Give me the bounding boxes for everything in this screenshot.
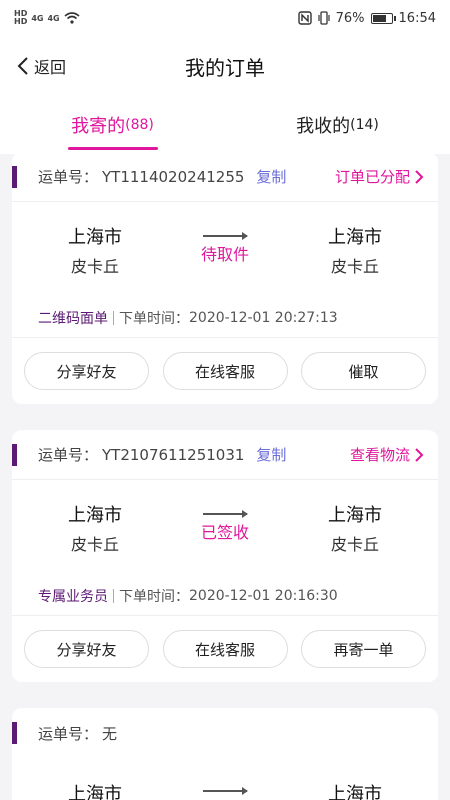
clock: 16:54: [398, 10, 436, 26]
nav-bar: 返回 我的订单: [0, 36, 450, 96]
copy-button[interactable]: 复制: [256, 444, 286, 465]
order-marker: [12, 166, 17, 188]
sender: 上海市: [40, 780, 150, 800]
customer-service-button[interactable]: 在线客服: [162, 630, 288, 668]
receiver: 上海市 皮卡丘: [300, 223, 410, 277]
waybill-number: YT1114020241255: [102, 167, 245, 186]
delivery-state: 已签收: [200, 523, 249, 542]
order-time-label: 下单时间：: [119, 588, 189, 605]
order-header: 运单号： 无: [12, 708, 438, 758]
receiver-city: 上海市: [328, 227, 382, 248]
battery-fill: [372, 14, 386, 22]
arrow-right-icon: [203, 232, 248, 240]
urge-pickup-button[interactable]: 催取: [301, 352, 426, 390]
waybill-number: 无: [102, 724, 118, 743]
waybill-label: 运单号：: [38, 446, 99, 464]
order-status-link[interactable]: 查看物流: [350, 444, 424, 465]
hd-badge: HD: [14, 17, 28, 26]
status-bar: HD HD 4G 4G 76% 16:54: [0, 0, 450, 36]
order-header: 运单号： YT2107611251031 复制 查看物流: [12, 430, 438, 480]
status-right: 76% 16:54: [297, 10, 436, 26]
share-button[interactable]: 分享好友: [24, 352, 149, 390]
order-meta: 二维码面单 下单时间： 2020-12-01 20:27:13: [12, 298, 438, 338]
battery-icon: [370, 12, 396, 24]
tab-label: 我收的: [296, 116, 351, 137]
sender-city: 上海市: [68, 227, 122, 248]
sender: 上海市 皮卡丘: [40, 223, 150, 277]
sender-city: 上海市: [68, 784, 122, 800]
share-button[interactable]: 分享好友: [24, 630, 149, 668]
order-tag: 专属业务员: [38, 588, 108, 605]
customer-service-button[interactable]: 在线客服: [162, 352, 288, 390]
order-time-label: 下单时间：: [119, 310, 189, 327]
arrow-right-icon: [203, 787, 248, 795]
order-card[interactable]: 运单号： 无 上海市 上海市: [12, 708, 438, 800]
signal-indicators: HD HD 4G 4G: [14, 10, 80, 26]
divider: [113, 310, 114, 325]
waybill-label: 运单号：: [38, 724, 99, 743]
sender-name: 皮卡丘: [70, 535, 119, 554]
waybill-label: 运单号：: [38, 168, 99, 186]
route: 上海市 皮卡丘 待取件 上海市 皮卡丘: [12, 202, 438, 298]
tab-count: (14): [350, 117, 379, 133]
nfc-icon: [297, 11, 312, 25]
page-title: 我的订单: [185, 55, 265, 80]
copy-button[interactable]: 复制: [256, 166, 286, 187]
order-card[interactable]: 运单号： YT2107611251031 复制 查看物流 上海市 皮卡丘 已签收…: [12, 430, 438, 682]
chevron-right-icon: [415, 447, 424, 462]
battery-percent: 76%: [335, 10, 365, 26]
order-status-link[interactable]: 订单已分配: [335, 166, 424, 187]
receiver-name: 皮卡丘: [330, 257, 379, 276]
vibrate-icon: [318, 11, 330, 25]
receiver-name: 皮卡丘: [330, 535, 379, 554]
order-header: 运单号： YT1114020241255 复制 订单已分配: [12, 152, 438, 202]
order-tag: 二维码面单: [38, 310, 108, 327]
order-actions: 分享好友 在线客服 催取: [12, 338, 438, 404]
chevron-right-icon: [415, 169, 424, 184]
order-marker: [12, 444, 17, 466]
route-middle: 已签收: [150, 510, 300, 543]
order-card[interactable]: 运单号： YT1114020241255 复制 订单已分配 上海市 皮卡丘 待取…: [12, 152, 438, 404]
signal-icon: HD HD: [14, 10, 27, 26]
delivery-state: 待取件: [200, 245, 249, 264]
order-time: 2020-12-01 20:27:13: [189, 309, 338, 326]
back-label: 返回: [34, 58, 67, 77]
route-middle: 待取件: [150, 232, 300, 265]
tab-label: 我寄的: [71, 116, 126, 137]
receiver-city: 上海市: [328, 784, 382, 800]
sender: 上海市 皮卡丘: [40, 501, 150, 555]
arrow-right-icon: [203, 510, 248, 518]
wifi-icon: [64, 12, 80, 24]
sender-city: 上海市: [68, 505, 122, 526]
order-status-label: 查看物流: [349, 446, 410, 464]
tab-count: (88): [125, 117, 154, 133]
order-time: 2020-12-01 20:16:30: [189, 587, 338, 604]
back-button[interactable]: 返回: [16, 54, 66, 78]
sender-name: 皮卡丘: [70, 257, 119, 276]
receiver-city: 上海市: [328, 505, 382, 526]
divider: [113, 588, 114, 603]
order-actions: 分享好友 在线客服 再寄一单: [12, 616, 438, 682]
receiver: 上海市: [300, 780, 410, 800]
order-meta: 专属业务员 下单时间： 2020-12-01 20:16:30: [12, 576, 438, 616]
reorder-button[interactable]: 再寄一单: [301, 630, 426, 668]
waybill-number: YT2107611251031: [102, 445, 245, 464]
chevron-left-icon: [17, 57, 28, 75]
tab-received[interactable]: 我收的 (14): [225, 96, 450, 154]
tab-sent[interactable]: 我寄的 (88): [0, 96, 225, 154]
route: 上海市 皮卡丘 已签收 上海市 皮卡丘: [12, 480, 438, 576]
route: 上海市 上海市: [12, 758, 438, 800]
network-badge: 4G: [31, 13, 44, 23]
route-middle: [150, 780, 300, 796]
order-status-label: 订单已分配: [334, 168, 410, 186]
order-marker: [12, 722, 17, 744]
network-badge: 4G: [47, 13, 60, 23]
order-tabs: 我寄的 (88) 我收的 (14): [0, 96, 450, 154]
receiver: 上海市 皮卡丘: [300, 501, 410, 555]
